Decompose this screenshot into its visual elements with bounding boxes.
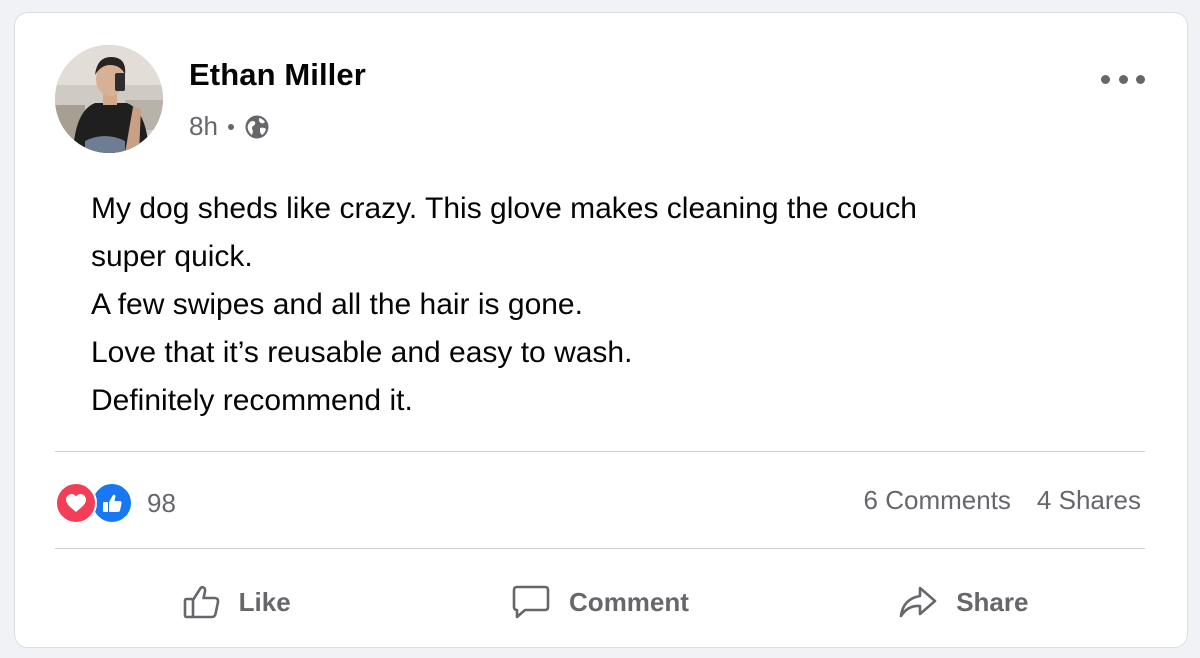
thumbs-up-icon: [183, 584, 221, 620]
globe-icon: [244, 114, 270, 140]
post-text-line: super quick.: [91, 240, 253, 273]
comments-count[interactable]: 6 Comments: [864, 485, 1011, 516]
post-text-line: Definitely recommend it.: [91, 384, 413, 417]
separator-dot: [227, 123, 234, 130]
share-arrow-icon: [898, 585, 938, 619]
post-meta: 8h: [189, 111, 270, 142]
post-text-line: Love that it’s reusable and easy to wash…: [91, 336, 633, 369]
post-text-line: A few swipes and all the hair is gone.: [91, 288, 583, 321]
avatar[interactable]: [55, 45, 163, 153]
like-button[interactable]: Like: [55, 569, 418, 635]
post-time[interactable]: 8h: [189, 111, 218, 142]
love-reaction-icon: [55, 482, 97, 524]
post-text-line: My dog sheds like crazy. This glove make…: [91, 192, 917, 225]
action-bar: Like Comment Share: [55, 569, 1145, 635]
share-button[interactable]: Share: [782, 569, 1145, 635]
post-card: Ethan Miller 8h My dog sheds like crazy.…: [14, 12, 1188, 648]
post-text: My dog sheds like crazy. This glove make…: [91, 185, 1051, 425]
comment-icon: [511, 584, 551, 620]
like-reaction-icon: [91, 482, 133, 524]
shares-count[interactable]: 4 Shares: [1037, 485, 1141, 516]
reactions-summary[interactable]: 98: [55, 482, 176, 524]
author-name[interactable]: Ethan Miller: [189, 57, 366, 93]
divider: [55, 451, 1145, 452]
like-label: Like: [238, 586, 291, 617]
profile-photo: [55, 45, 163, 153]
comment-button[interactable]: Comment: [418, 569, 781, 635]
reaction-count: 98: [147, 487, 176, 518]
post-stats: 6 Comments 4 Shares: [864, 485, 1141, 516]
more-options-icon[interactable]: [1101, 69, 1145, 89]
share-label: Share: [956, 586, 1029, 617]
divider: [55, 548, 1145, 549]
comment-label: Comment: [569, 586, 689, 617]
